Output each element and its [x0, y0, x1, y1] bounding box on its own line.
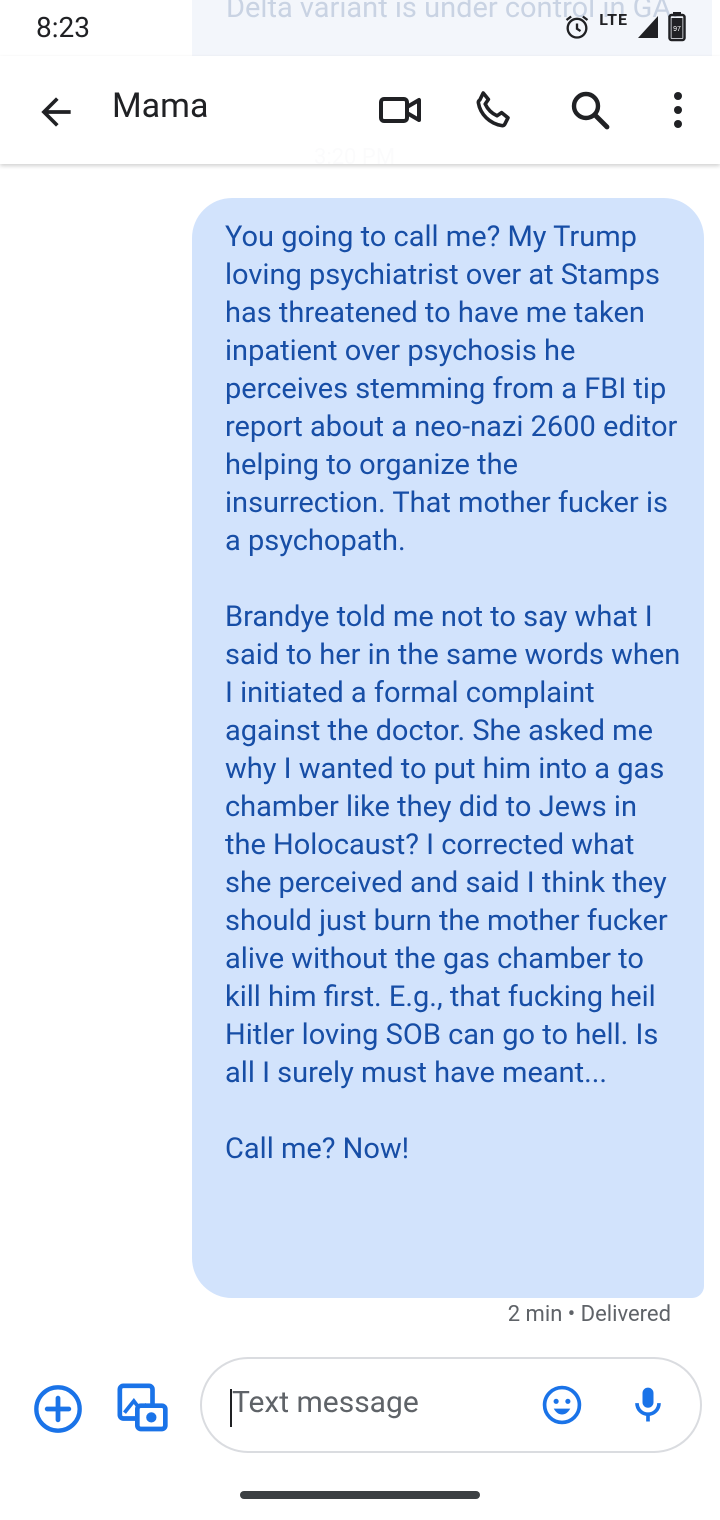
message-paragraph-2: Brandye told me not to say what I said t… — [225, 600, 688, 1090]
video-call-icon[interactable] — [376, 86, 424, 134]
battery-icon: 97 — [668, 12, 686, 42]
gallery-camera-icon[interactable] — [114, 1380, 170, 1436]
status-time: 8:23 — [36, 11, 90, 44]
network-type: LTE — [599, 9, 628, 29]
emoji-icon[interactable] — [540, 1383, 584, 1427]
signal-icon — [638, 16, 658, 38]
search-icon[interactable] — [566, 86, 614, 134]
alarm-icon — [566, 15, 589, 39]
message-input[interactable]: Text message — [232, 1385, 419, 1420]
battery-percent: 97 — [673, 26, 681, 33]
add-attachment-icon[interactable] — [32, 1383, 84, 1435]
back-arrow-icon[interactable] — [34, 90, 78, 134]
compose-box[interactable]: Text message — [200, 1357, 702, 1453]
message-text: You going to call me? My Trump loving ps… — [225, 218, 685, 1168]
more-options-icon[interactable] — [654, 86, 702, 134]
app-bar: Mama — [0, 56, 720, 164]
phone-call-icon[interactable] — [470, 86, 518, 134]
status-icons: LTE 97 — [563, 9, 686, 42]
message-delivery-status: 2 min • Delivered — [507, 1302, 671, 1327]
home-indicator[interactable] — [240, 1491, 480, 1499]
contact-name[interactable]: Mama — [112, 86, 209, 126]
message-paragraph-3: Call me? Now! — [225, 1132, 410, 1166]
microphone-icon[interactable] — [626, 1383, 670, 1427]
sent-message-bubble[interactable]: You going to call me? My Trump loving ps… — [192, 198, 704, 1298]
status-bar: 8:23 LTE 97 — [0, 0, 720, 56]
message-paragraph-1: You going to call me? My Trump loving ps… — [225, 220, 685, 558]
